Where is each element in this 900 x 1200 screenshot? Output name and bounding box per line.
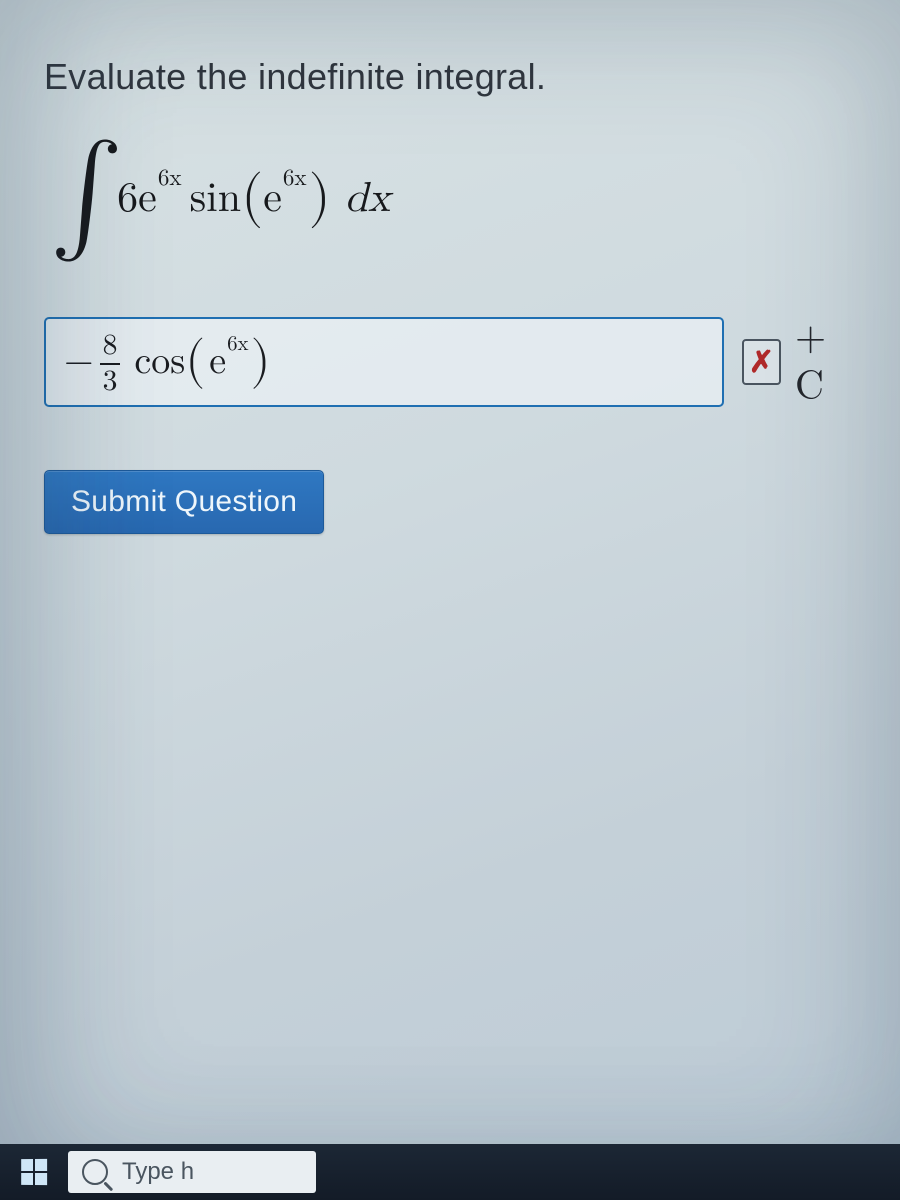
- answer-close-paren: ): [251, 330, 271, 391]
- differential-dx: dx: [345, 174, 391, 224]
- search-icon: [82, 1159, 108, 1185]
- submit-question-button[interactable]: Submit Question: [44, 470, 324, 534]
- inner-exponent-6x: 6x: [283, 165, 307, 193]
- sin-func: sin: [190, 174, 242, 224]
- search-placeholder-text: Type h: [122, 1158, 194, 1186]
- integral-sign: ∫: [50, 151, 123, 239]
- windows-taskbar: Type h: [0, 1144, 900, 1200]
- answer-row: − 8 3 cos ( e6x ) ✗ + C: [44, 314, 856, 410]
- inner-e: e6x: [263, 174, 308, 224]
- question-prompt: Evaluate the indefinite integral.: [44, 56, 856, 98]
- integrand-e1: e6x: [138, 174, 183, 224]
- inner-base-e: e: [263, 174, 282, 224]
- taskbar-search[interactable]: Type h: [68, 1151, 316, 1193]
- leading-minus: −: [64, 339, 94, 385]
- x-mark-icon: ✗: [749, 345, 774, 380]
- answer-open-paren: (: [185, 330, 205, 391]
- cos-func: cos: [134, 339, 185, 385]
- incorrect-icon: ✗: [742, 339, 781, 385]
- start-button[interactable]: [8, 1150, 60, 1194]
- windows-logo-icon: [21, 1159, 47, 1185]
- close-paren: ): [309, 163, 331, 231]
- answer-base-e: e: [209, 339, 226, 385]
- base-e: e: [138, 174, 157, 224]
- answer-input[interactable]: − 8 3 cos ( e6x ): [44, 317, 724, 406]
- answer-inner-e: e6x: [209, 339, 250, 385]
- open-paren: (: [241, 163, 263, 231]
- fraction-denominator: 3: [100, 363, 121, 397]
- plus-constant: + C: [795, 314, 856, 410]
- integral-expression: ∫ 6 e6x sin ( e6x ) dx: [50, 144, 856, 254]
- answer-exponent-6x: 6x: [227, 332, 248, 357]
- fraction-8-3: 8 3: [100, 331, 121, 396]
- fraction-numerator: 8: [100, 331, 121, 363]
- exponent-6x: 6x: [158, 165, 182, 193]
